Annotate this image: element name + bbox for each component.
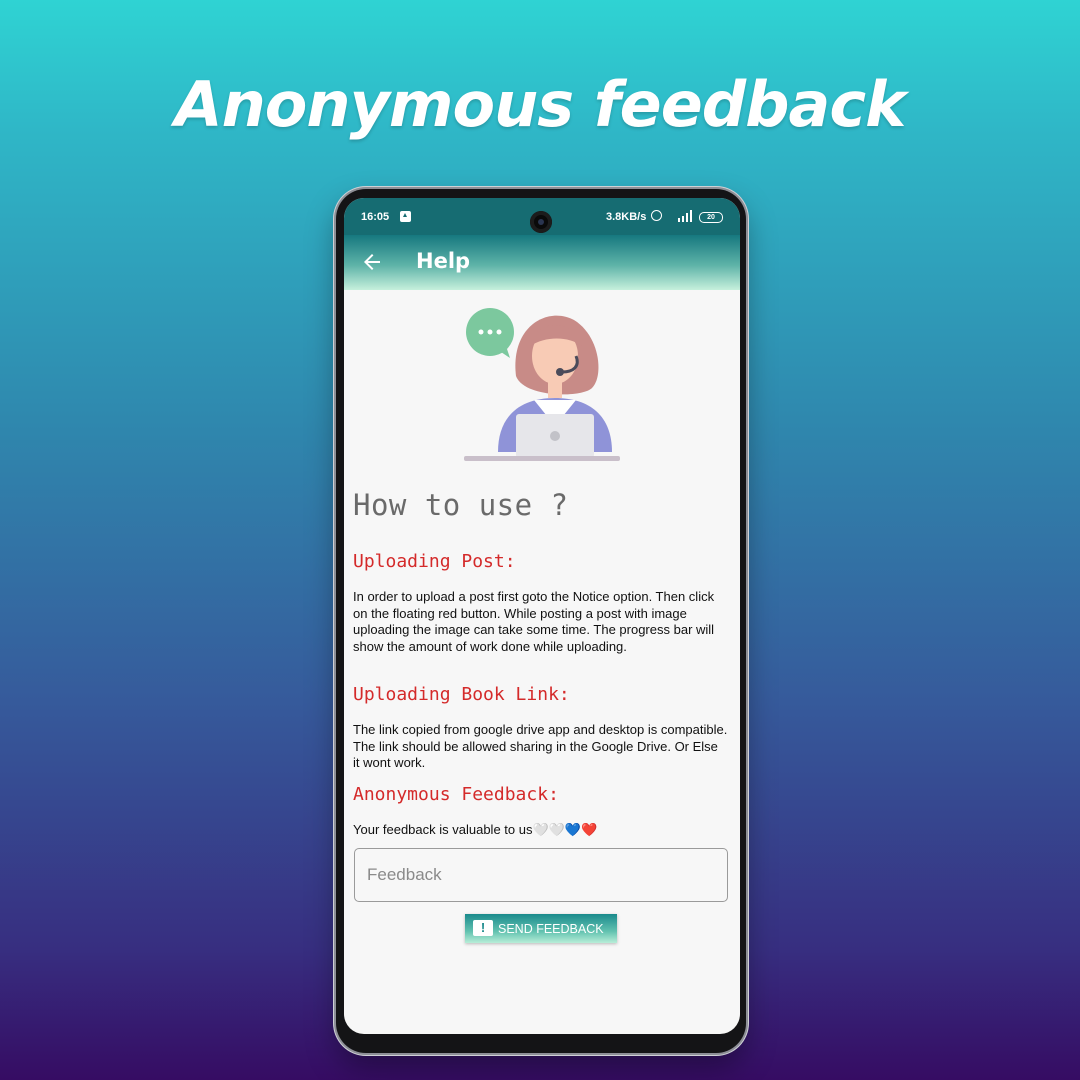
- send-feedback-button[interactable]: ! SEND FEEDBACK: [465, 914, 617, 943]
- support-agent-illustration: [464, 306, 620, 462]
- phone-screen: 16:05 3.8KB/s 20 Help How to use ? Uploa…: [344, 198, 740, 1034]
- alarm-icon: [651, 210, 662, 221]
- battery-indicator: 20: [699, 212, 723, 223]
- promo-title: Anonymous feedback: [174, 68, 907, 141]
- feedback-icon: !: [473, 920, 493, 936]
- app-bar: Help: [344, 235, 740, 290]
- section-text-anonymous-feedback: Your feedback is valuable to us🤍🤍💙❤️: [353, 822, 598, 837]
- how-to-use-heading: How to use ?: [353, 488, 569, 522]
- section-title-anonymous-feedback: Anonymous Feedback:: [353, 784, 559, 805]
- section-title-uploading-post: Uploading Post:: [353, 551, 516, 572]
- feedback-field[interactable]: [354, 848, 728, 902]
- network-speed: 3.8KB/s: [606, 211, 647, 223]
- status-bar: 16:05 3.8KB/s 20: [344, 198, 740, 235]
- status-time: 16:05: [361, 211, 390, 223]
- section-text-uploading-book-link: The link copied from google drive app an…: [353, 722, 728, 770]
- section-text-uploading-post: In order to upload a post first goto the…: [353, 589, 715, 654]
- upload-notification-icon: [400, 211, 411, 222]
- arrow-back-icon[interactable]: [360, 250, 384, 274]
- feedback-input[interactable]: [365, 849, 709, 901]
- signal-icon: [674, 210, 694, 222]
- page-title: Help: [416, 249, 471, 273]
- section-title-uploading-book-link: Uploading Book Link:: [353, 684, 570, 705]
- send-feedback-label: SEND FEEDBACK: [498, 922, 604, 936]
- front-camera: [530, 211, 552, 233]
